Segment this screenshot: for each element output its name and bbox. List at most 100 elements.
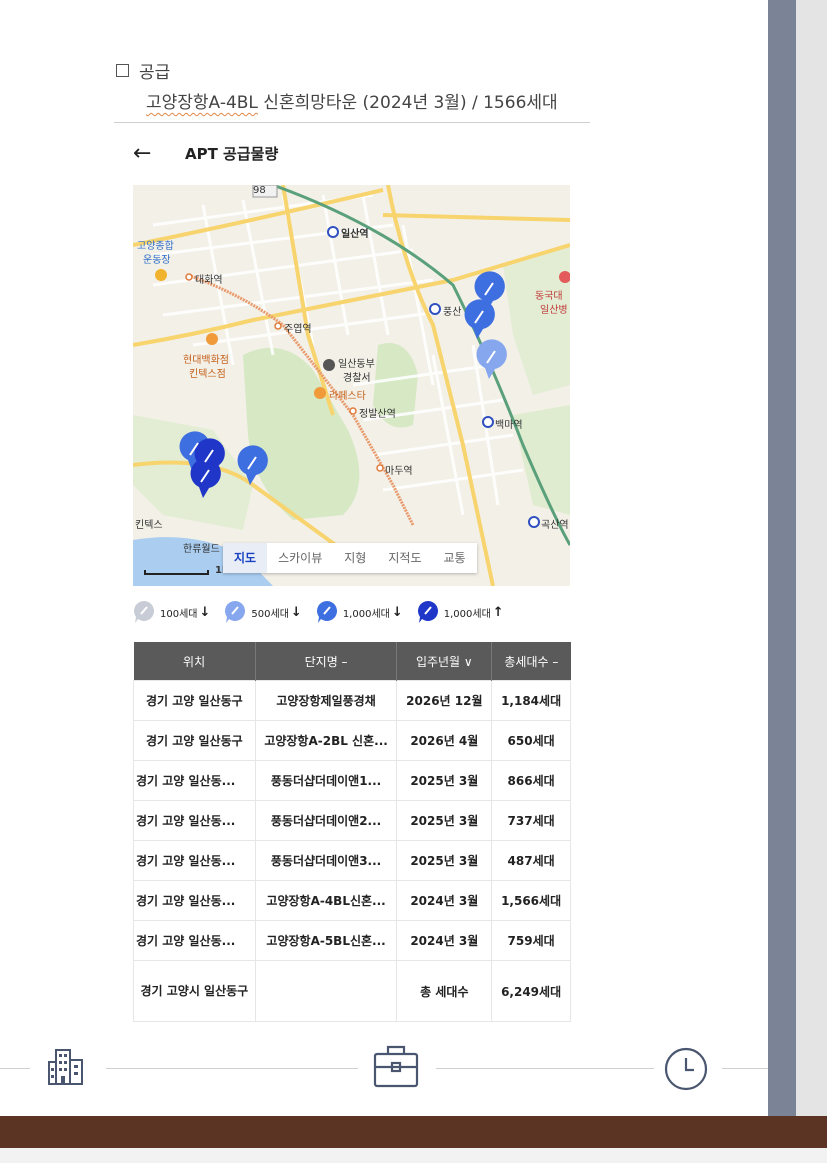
cell-units: 487세대: [491, 840, 571, 881]
map-label-madu: 마두역: [385, 466, 413, 477]
nav-divider: [722, 1068, 768, 1069]
total-location: 경기 고양시 일산동구: [133, 960, 256, 1022]
arrow-left-icon[interactable]: ←: [133, 141, 173, 166]
table-row[interactable]: 경기 고양 일산동구 고양장항제일풍경채 2026년 12월 1,184세대: [133, 680, 571, 721]
cell-move-in: 2024년 3월: [396, 920, 493, 961]
column-header-complex[interactable]: 단지명 –: [255, 642, 398, 681]
cell-complex: 고양장항A-4BL신혼...: [254, 880, 398, 921]
pin-blue-icon: [316, 601, 337, 623]
legend-label: 1,000세대: [342, 608, 390, 620]
map-label-jueop: 주엽역: [284, 324, 312, 335]
map-label-baekma: 백마역: [495, 420, 523, 431]
cell-move-in: 2026년 4월: [396, 720, 493, 761]
cell-location: 경기 고양 일산동...: [133, 840, 256, 881]
pin-light-blue-icon: [225, 601, 246, 623]
map-legend: 100세대 ↓ 500세대 ↓ 1,000세대 ↓ 1,000세대 ↑: [133, 600, 518, 624]
side-panel: [796, 0, 827, 1116]
legend-item-500: 500세대 ↓: [224, 600, 302, 624]
map-label-route: 98: [253, 185, 266, 196]
map-label-police-1: 일산동부: [338, 359, 375, 370]
map-label-dongguk-2: 일산병: [540, 305, 568, 316]
map-label-hanryu: 한류월드: [183, 544, 220, 555]
cell-move-in: 2025년 3월: [396, 760, 493, 801]
cell-complex: 고양장항A-2BL 신혼...: [254, 720, 398, 761]
cell-units: 1,184세대: [491, 680, 571, 721]
table-row[interactable]: 경기 고양 일산동... 풍동더샵더데이앤1... 2025년 3월 866세대: [133, 760, 571, 801]
cell-move-in: 2025년 3월: [396, 840, 493, 881]
table-row[interactable]: 경기 고양 일산동... 풍동더샵더데이앤3... 2025년 3월 487세대: [133, 840, 571, 881]
total-value: 6,249세대: [491, 960, 571, 1022]
table-total-row: 경기 고양시 일산동구 총 세대수 6,249세대: [133, 960, 571, 1022]
arrow-down-icon: ↓: [290, 604, 302, 620]
map-label-ilsan-station: 일산역: [341, 229, 369, 240]
arrow-down-icon: ↓: [391, 604, 403, 620]
section-divider: [114, 122, 590, 123]
briefcase-icon[interactable]: [372, 1042, 420, 1090]
arrow-up-icon: ↑: [492, 604, 504, 620]
cell-complex: 고양장항A-5BL신혼...: [254, 920, 398, 961]
side-scrollbar-track[interactable]: [768, 0, 796, 1116]
map-tab-map[interactable]: 지도: [223, 543, 268, 573]
map-tab-cadastral[interactable]: 지적도: [377, 543, 432, 573]
pin-light-gray-icon: [134, 601, 154, 623]
cell-location: 경기 고양 일산동...: [133, 760, 256, 801]
building-icon[interactable]: [46, 1046, 86, 1088]
cell-complex: 풍동더샵더데이앤2...: [254, 800, 398, 841]
map-tab-skyview[interactable]: 스카이뷰: [267, 543, 333, 573]
cell-location: 경기 고양 일산동...: [133, 800, 256, 841]
supply-table: 위치 단지명 – 입주년월 ∨ 총세대수 – 경기 고양 일산동구 고양장항제일…: [133, 642, 571, 1022]
supply-complex-name: 고양장항A-4BL: [146, 93, 258, 113]
apt-title: APT 공급물량: [185, 145, 279, 163]
cell-units: 650세대: [491, 720, 571, 761]
table-row[interactable]: 경기 고양 일산동... 고양장항A-4BL신혼... 2024년 3월 1,5…: [133, 880, 571, 921]
map-tab-terrain[interactable]: 지형: [333, 543, 377, 573]
cell-move-in: 2024년 3월: [396, 880, 493, 921]
map-label-lafesta: 라페스타: [329, 391, 366, 402]
supply-detail: 고양장항A-4BL 신혼희망타운 (2024년 3월) / 1566세대: [146, 88, 558, 113]
cell-location: 경기 고양 일산동구: [133, 720, 256, 761]
cell-complex: 고양장항제일풍경채: [254, 680, 398, 721]
apt-header: ← APT 공급물량: [133, 141, 278, 166]
map-type-tabs: 지도 스카이뷰 지형 지적도 교통: [223, 543, 477, 573]
table-header-row: 위치 단지명 – 입주년월 ∨ 총세대수 –: [133, 642, 571, 681]
checkbox-icon[interactable]: [116, 64, 129, 77]
legend-item-1000-over: 1,000세대 ↑: [417, 600, 504, 624]
map-label-daehwa: 대화역: [195, 275, 223, 286]
map-view[interactable]: 98 일산역 고양종합 운동장 대화역 주엽역 현대백화점 킨텍스점 일산동부 …: [133, 185, 570, 586]
cell-location: 경기 고양 일산동...: [133, 880, 256, 921]
column-header-location[interactable]: 위치: [133, 642, 256, 681]
table-row[interactable]: 경기 고양 일산동구 고양장항A-2BL 신혼... 2026년 4월 650세…: [133, 720, 571, 761]
table-row[interactable]: 경기 고양 일산동... 풍동더샵더데이앤2... 2025년 3월 737세대: [133, 800, 571, 841]
table-row[interactable]: 경기 고양 일산동... 고양장항A-5BL신혼... 2024년 3월 759…: [133, 920, 571, 961]
bottom-strip: [0, 1148, 827, 1163]
map-tab-traffic[interactable]: 교통: [432, 543, 476, 573]
map-label-hyundai-1: 현대백화점: [183, 355, 229, 366]
map-label-police-2: 경찰서: [343, 373, 371, 384]
map-label-goyang-stadium-1: 고양종합: [137, 241, 174, 252]
cell-complex: 풍동더샵더데이앤1...: [254, 760, 398, 801]
map-label-dongguk-1: 동국대: [535, 291, 563, 302]
map-label-pungsan: 풍산: [443, 307, 462, 318]
nav-divider: [106, 1068, 358, 1069]
legend-item-100: 100세대 ↓: [133, 600, 210, 624]
total-label: 총 세대수: [396, 960, 493, 1022]
column-header-units[interactable]: 총세대수 –: [491, 642, 571, 681]
supply-heading: 공급: [116, 58, 170, 83]
nav-divider: [0, 1068, 30, 1069]
bottom-bar: [0, 1116, 827, 1148]
cell-location: 경기 고양 일산동...: [133, 920, 256, 961]
cell-units: 1,566세대: [491, 880, 571, 921]
supply-heading-text: 공급: [139, 63, 171, 83]
legend-item-1000-under: 1,000세대 ↓: [316, 600, 403, 624]
clock-icon[interactable]: [663, 1046, 709, 1092]
column-header-move-in[interactable]: 입주년월 ∨: [396, 642, 493, 681]
cell-units: 737세대: [491, 800, 571, 841]
cell-location: 경기 고양 일산동구: [133, 680, 256, 721]
cell-units: 866세대: [491, 760, 571, 801]
supply-detail-text: 신혼희망타운 (2024년 3월) / 1566세대: [257, 93, 558, 113]
map-label-kintex: 킨텍스: [135, 520, 163, 531]
legend-label: 100세대: [160, 608, 198, 620]
map-label-goyang-stadium-2: 운동장: [143, 255, 171, 266]
total-empty-cell: [254, 960, 398, 1022]
cell-units: 759세대: [491, 920, 571, 961]
